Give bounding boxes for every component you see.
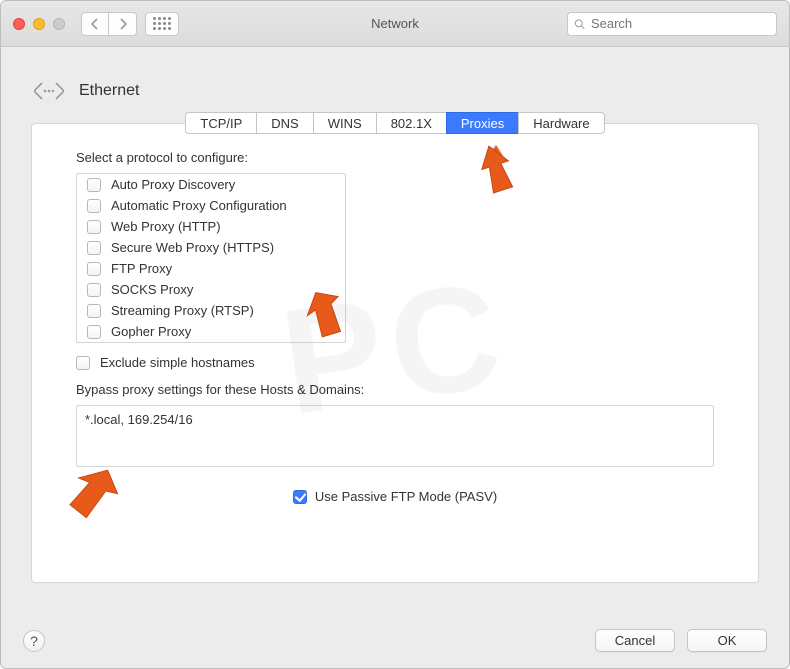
list-item[interactable]: Automatic Proxy Configuration: [77, 195, 345, 216]
protocol-label: Streaming Proxy (RTSP): [111, 303, 254, 318]
interface-name: Ethernet: [79, 82, 139, 100]
grid-icon: [153, 17, 171, 30]
bypass-hosts-textarea[interactable]: *.local, 169.254/16: [76, 405, 714, 467]
exclude-simple-row[interactable]: Exclude simple hostnames: [76, 355, 758, 370]
settings-panel: TCP/IP DNS WINS 802.1X Proxies Hardware …: [31, 123, 759, 583]
close-window-button[interactable]: [13, 18, 25, 30]
tab-tcpip[interactable]: TCP/IP: [185, 112, 256, 134]
protocol-label: FTP Proxy: [111, 261, 172, 276]
forward-button[interactable]: [109, 12, 137, 36]
footer: ? Cancel OK: [1, 629, 789, 652]
ok-button[interactable]: OK: [687, 629, 767, 652]
checkbox-streaming-proxy-rtsp[interactable]: [87, 304, 101, 318]
protocol-label: Gopher Proxy: [111, 324, 191, 339]
show-all-button[interactable]: [145, 12, 179, 36]
exclude-simple-label: Exclude simple hostnames: [100, 355, 255, 370]
select-protocol-label: Select a protocol to configure:: [76, 150, 758, 165]
protocol-label: Automatic Proxy Configuration: [111, 198, 287, 213]
checkbox-ftp-proxy[interactable]: [87, 262, 101, 276]
nav-buttons: [81, 12, 137, 36]
chevron-right-icon: [117, 18, 129, 30]
list-item[interactable]: FTP Proxy: [77, 258, 345, 279]
tab-wins[interactable]: WINS: [313, 112, 376, 134]
search-input[interactable]: [591, 16, 770, 31]
checkbox-automatic-proxy-config[interactable]: [87, 199, 101, 213]
list-item[interactable]: Streaming Proxy (RTSP): [77, 300, 345, 321]
checkbox-auto-proxy-discovery[interactable]: [87, 178, 101, 192]
tab-hardware[interactable]: Hardware: [518, 112, 604, 134]
bypass-label: Bypass proxy settings for these Hosts & …: [76, 382, 758, 397]
cancel-button[interactable]: Cancel: [595, 629, 675, 652]
ethernet-icon: [31, 73, 67, 109]
back-button[interactable]: [81, 12, 109, 36]
list-item[interactable]: Secure Web Proxy (HTTPS): [77, 237, 345, 258]
pasv-label: Use Passive FTP Mode (PASV): [315, 489, 497, 504]
list-item[interactable]: Gopher Proxy: [77, 321, 345, 342]
window-controls: [13, 18, 65, 30]
search-field-wrap[interactable]: [567, 12, 777, 36]
list-item[interactable]: Web Proxy (HTTP): [77, 216, 345, 237]
checkbox-gopher-proxy[interactable]: [87, 325, 101, 339]
tab-bar: TCP/IP DNS WINS 802.1X Proxies Hardware: [32, 112, 758, 134]
interface-header: Ethernet: [31, 73, 759, 109]
checkbox-web-proxy-http[interactable]: [87, 220, 101, 234]
list-item[interactable]: Auto Proxy Discovery: [77, 174, 345, 195]
content-area: Ethernet TCP/IP DNS WINS 802.1X Proxies …: [1, 47, 789, 603]
tab-proxies[interactable]: Proxies: [446, 112, 518, 134]
checkbox-socks-proxy[interactable]: [87, 283, 101, 297]
pasv-row[interactable]: Use Passive FTP Mode (PASV): [32, 489, 758, 504]
protocol-label: SOCKS Proxy: [111, 282, 193, 297]
help-button[interactable]: ?: [23, 630, 45, 652]
protocol-label: Auto Proxy Discovery: [111, 177, 235, 192]
search-icon: [574, 18, 585, 30]
checkbox-secure-web-proxy-https[interactable]: [87, 241, 101, 255]
titlebar: Network: [1, 1, 789, 47]
bypass-value: *.local, 169.254/16: [85, 412, 193, 427]
checkbox-passive-ftp[interactable]: [293, 490, 307, 504]
protocol-label: Secure Web Proxy (HTTPS): [111, 240, 274, 255]
network-preferences-window: Network Ethernet TCP/IP: [0, 0, 790, 669]
tab-dns[interactable]: DNS: [256, 112, 312, 134]
protocol-label: Web Proxy (HTTP): [111, 219, 221, 234]
list-item[interactable]: SOCKS Proxy: [77, 279, 345, 300]
protocol-list: Auto Proxy Discovery Automatic Proxy Con…: [76, 173, 346, 343]
tab-8021x[interactable]: 802.1X: [376, 112, 446, 134]
zoom-window-button[interactable]: [53, 18, 65, 30]
chevron-left-icon: [89, 18, 101, 30]
checkbox-exclude-simple-hostnames[interactable]: [76, 356, 90, 370]
minimize-window-button[interactable]: [33, 18, 45, 30]
